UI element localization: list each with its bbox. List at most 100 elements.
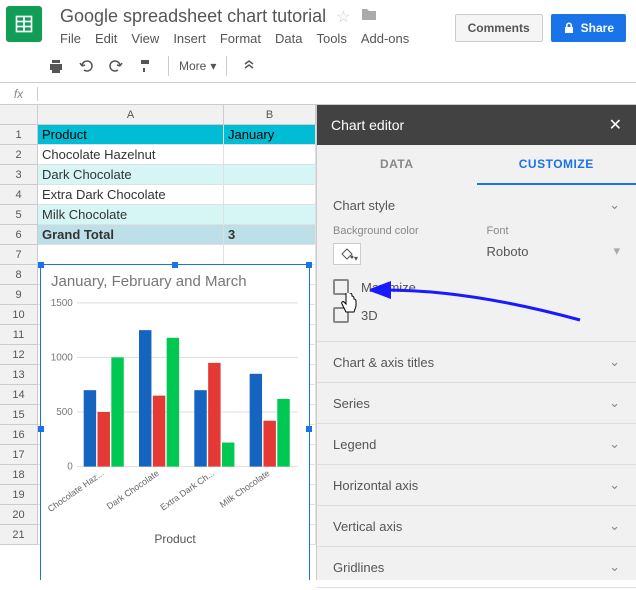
svg-text:0: 0	[67, 462, 73, 473]
chevron-down-icon: ⌄	[609, 518, 620, 534]
lock-icon	[563, 22, 575, 34]
svg-text:Dark Chocolate: Dark Chocolate	[105, 468, 161, 511]
menu-data[interactable]: Data	[275, 31, 302, 46]
paint-format-icon[interactable]	[134, 54, 158, 78]
section-chart-style[interactable]: Chart style ⌄	[317, 185, 636, 225]
row-header[interactable]: 15	[0, 405, 38, 425]
row-header[interactable]: 11	[0, 325, 38, 345]
cell[interactable]: 3	[224, 225, 316, 245]
3d-label: 3D	[361, 308, 378, 323]
section-legend[interactable]: Legend⌄	[317, 424, 636, 464]
svg-text:1000: 1000	[51, 352, 74, 363]
section-vertical-axis[interactable]: Vertical axis⌄	[317, 506, 636, 546]
row-header[interactable]: 3	[0, 165, 38, 185]
menu-file[interactable]: File	[60, 31, 81, 46]
chevron-down-icon: ▾	[354, 254, 358, 263]
chevron-down-icon: ⌄	[609, 436, 620, 452]
menu-tools[interactable]: Tools	[316, 31, 346, 46]
row-header[interactable]: 17	[0, 445, 38, 465]
row-header[interactable]: 19	[0, 485, 38, 505]
row-header[interactable]: 7	[0, 245, 38, 265]
cell[interactable]: Dark Chocolate	[38, 165, 224, 185]
column-header-a[interactable]: A	[38, 105, 224, 125]
section-chart-axis-titles[interactable]: Chart & axis titles⌄	[317, 342, 636, 382]
cursor-hand-icon	[339, 293, 359, 315]
editor-title: Chart editor	[331, 117, 404, 133]
cell[interactable]: January	[224, 125, 316, 145]
maximize-toggle[interactable]: Maximize	[333, 273, 620, 301]
svg-text:500: 500	[56, 407, 73, 418]
row-header[interactable]: 21	[0, 525, 38, 545]
more-dropdown[interactable]: More ▾	[179, 59, 216, 73]
row-header[interactable]: 6	[0, 225, 38, 245]
row-header[interactable]: 13	[0, 365, 38, 385]
share-button[interactable]: Share	[551, 14, 626, 42]
section-series[interactable]: Series⌄	[317, 383, 636, 423]
more-label: More	[179, 59, 206, 73]
row-header[interactable]: 12	[0, 345, 38, 365]
star-icon[interactable]: ☆	[336, 7, 350, 27]
font-label: Font	[487, 225, 621, 237]
section-horizontal-axis[interactable]: Horizontal axis⌄	[317, 465, 636, 505]
column-header-b[interactable]: B	[224, 105, 316, 125]
select-all-corner[interactable]	[0, 105, 38, 125]
maximize-label: Maximize	[361, 280, 416, 295]
menu-insert[interactable]: Insert	[173, 31, 206, 46]
undo-icon[interactable]	[74, 54, 98, 78]
svg-text:Chocolate Haz...: Chocolate Haz...	[47, 468, 106, 514]
row-header[interactable]: 9	[0, 285, 38, 305]
row-header[interactable]: 4	[0, 185, 38, 205]
row-header[interactable]: 1	[0, 125, 38, 145]
svg-text:Milk Chocolate: Milk Chocolate	[218, 468, 272, 510]
chevron-down-icon: ▾	[210, 59, 216, 73]
chart-x-axis-label: Product	[41, 532, 309, 546]
menu-addons[interactable]: Add-ons	[361, 31, 409, 46]
menu-view[interactable]: View	[131, 31, 159, 46]
cell[interactable]	[224, 165, 316, 185]
row-header[interactable]: 14	[0, 385, 38, 405]
bg-color-picker[interactable]: ▾	[333, 243, 361, 265]
section-gridlines[interactable]: Gridlines⌄	[317, 547, 636, 587]
cell[interactable]: Grand Total	[38, 225, 224, 245]
cell[interactable]	[224, 245, 316, 265]
cell[interactable]	[38, 245, 224, 265]
close-icon[interactable]: ✕	[609, 115, 622, 135]
comments-button[interactable]: Comments	[455, 14, 543, 42]
cell[interactable]	[224, 205, 316, 225]
3d-toggle[interactable]: 3D	[333, 301, 620, 329]
svg-text:1500: 1500	[51, 298, 74, 309]
tab-data[interactable]: DATA	[317, 145, 477, 185]
spreadsheet-grid[interactable]: A B 1ProductJanuary2Chocolate Hazelnut3D…	[0, 105, 316, 580]
section-chart-style-label: Chart style	[333, 198, 395, 213]
document-title[interactable]: Google spreadsheet chart tutorial	[60, 6, 326, 27]
cell[interactable]	[224, 145, 316, 165]
fx-label: fx	[0, 87, 38, 101]
cell[interactable]	[224, 185, 316, 205]
row-header[interactable]: 8	[0, 265, 38, 285]
cell[interactable]: Product	[38, 125, 224, 145]
chart-editor-panel: Chart editor ✕ DATA CUSTOMIZE Chart styl…	[316, 105, 636, 580]
menu-format[interactable]: Format	[220, 31, 261, 46]
font-value: Roboto	[487, 244, 529, 259]
row-header[interactable]: 10	[0, 305, 38, 325]
sheets-app-icon[interactable]	[6, 6, 42, 42]
row-header[interactable]: 5	[0, 205, 38, 225]
cell[interactable]: Extra Dark Chocolate	[38, 185, 224, 205]
tab-customize[interactable]: CUSTOMIZE	[477, 145, 636, 185]
chevron-down-icon: ⌄	[609, 477, 620, 493]
embedded-chart[interactable]: January, February and March 050010001500…	[40, 264, 310, 580]
redo-icon[interactable]	[104, 54, 128, 78]
menu-edit[interactable]: Edit	[95, 31, 117, 46]
row-header[interactable]: 2	[0, 145, 38, 165]
row-header[interactable]: 16	[0, 425, 38, 445]
row-header[interactable]: 18	[0, 465, 38, 485]
cell[interactable]: Chocolate Hazelnut	[38, 145, 224, 165]
print-icon[interactable]	[44, 54, 68, 78]
row-header[interactable]: 20	[0, 505, 38, 525]
font-dropdown[interactable]: Roboto ▾	[487, 243, 621, 259]
chart-plot: 0 500 1000 1500 Chocolate Haz...Dark Chocola…	[47, 296, 303, 528]
cell[interactable]: Milk Chocolate	[38, 205, 224, 225]
paint-bucket-icon	[339, 247, 355, 261]
collapse-icon[interactable]	[237, 54, 261, 78]
folder-icon[interactable]	[361, 7, 377, 26]
